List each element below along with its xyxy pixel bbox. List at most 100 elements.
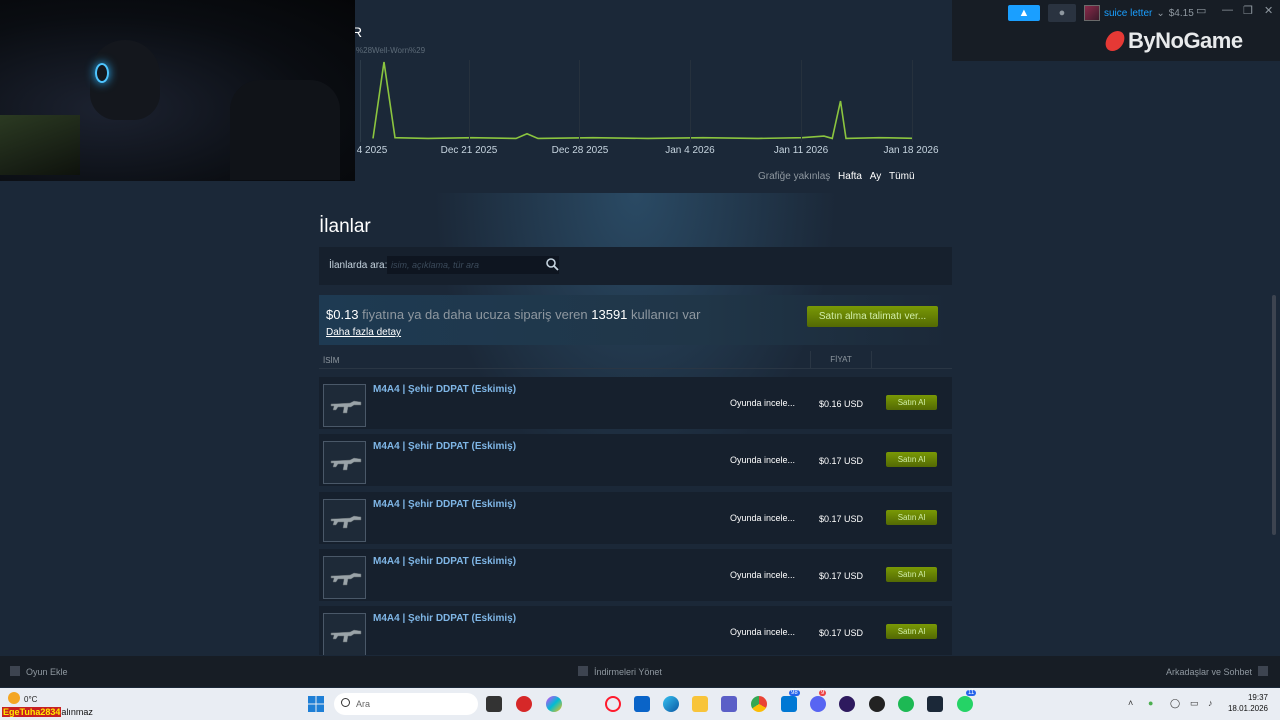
search-icon[interactable] [545, 257, 559, 271]
clock-date: 18.01.2026 [1227, 704, 1268, 713]
inspect-in-game-link[interactable]: Oyunda incele... [730, 455, 795, 465]
inspect-in-game-link[interactable]: Oyunda incele... [730, 398, 795, 408]
manage-downloads-button[interactable]: İndirmeleri Yönet [578, 666, 662, 677]
keyboard-glow [0, 115, 80, 175]
table-row[interactable]: M4A4 | Şehir DDPAT (Eskimiş) Oyunda incel… [319, 548, 952, 601]
chart-gridline [469, 60, 470, 142]
file-explorer-icon[interactable] [692, 696, 708, 712]
table-row[interactable]: M4A4 | Şehir DDPAT (Eskimiş) Oyunda incel… [319, 434, 952, 487]
mail-icon[interactable]: 98 [781, 690, 800, 712]
price-history-chart[interactable] [360, 60, 913, 142]
temperature: 0°C [24, 695, 38, 704]
item-thumbnail[interactable] [323, 613, 366, 655]
search-input[interactable] [387, 256, 559, 274]
listing-price: $0.17 USD [818, 456, 864, 467]
friends-chat-button[interactable]: Arkadaşlar ve Sohbet [1166, 666, 1268, 677]
buy-now-button[interactable]: Satın Al [886, 624, 937, 640]
inspect-in-game-link[interactable]: Oyunda incele... [730, 570, 795, 580]
zoom-all-link[interactable]: Tümü [889, 171, 915, 182]
tray-chevron-icon[interactable]: ˄ [1128, 698, 1133, 708]
table-row[interactable]: M4A4 | Şehir DDPAT (Eskimiş) Oyunda incel… [319, 377, 952, 429]
add-game-button[interactable]: Oyun Ekle [10, 666, 68, 677]
downloads-label: İndirmeleri Yönet [594, 667, 662, 677]
big-picture-icon[interactable]: ▭ [1196, 4, 1206, 17]
clock-time: 19:37 [1247, 693, 1268, 702]
zoom-week-link[interactable]: Hafta [838, 171, 862, 182]
mail-badge: 98 [789, 690, 800, 696]
listings-search-bar: İlanlarda ara: [319, 247, 952, 285]
edge-icon[interactable] [663, 696, 679, 712]
buy-now-button[interactable]: Satın Al [886, 395, 937, 410]
tray-app-icon[interactable]: ● [1148, 698, 1153, 708]
bynogame-watermark: ByNoGame [1103, 28, 1243, 54]
place-buy-order-button[interactable]: Satın alma talimatı ver... [807, 306, 938, 327]
windows-start-icon[interactable] [308, 696, 324, 712]
item-name-link[interactable]: M4A4 | Şehir DDPAT (Eskimiş) [373, 613, 516, 624]
task-view-icon[interactable] [486, 696, 502, 712]
more-details-link[interactable]: Daha fazla detay [326, 327, 401, 338]
maximize-icon[interactable]: ❐ [1243, 4, 1253, 17]
opera-icon[interactable] [605, 696, 621, 712]
chart-gridline [912, 60, 913, 142]
webcam-overlay [0, 0, 355, 181]
item-thumbnail[interactable] [323, 384, 366, 427]
discord-badge: 9 [819, 690, 827, 696]
table-row[interactable]: M4A4 | Şehir DDPAT (Eskimiş) Oyunda incel… [319, 491, 952, 544]
page-scrollbar[interactable] [1272, 295, 1276, 535]
listings-title: İlanlar [319, 216, 371, 237]
x-tick-label: Dec 28 2025 [551, 145, 609, 156]
listing-price: $0.16 USD [818, 399, 864, 409]
item-name-link[interactable]: M4A4 | Şehir DDPAT (Eskimiş) [373, 441, 516, 452]
sun-icon [8, 692, 20, 704]
item-name-link[interactable]: M4A4 | Şehir DDPAT (Eskimiş) [373, 556, 516, 567]
inspect-in-game-link[interactable]: Oyunda incele... [730, 627, 795, 637]
whatsapp-icon[interactable]: 11 [957, 690, 977, 712]
app-dark-icon[interactable] [869, 696, 885, 712]
minimize-icon[interactable]: — [1222, 4, 1233, 16]
item-thumbnail[interactable] [323, 498, 366, 542]
friends-label: Arkadaşlar ve Sohbet [1165, 667, 1252, 677]
buy-order-price: $0.13 [326, 307, 359, 322]
notification-bell-icon[interactable]: ● [1048, 4, 1076, 22]
x-tick-label: Dec 21 2025 [440, 145, 498, 156]
taskbar-search-label: Ara [356, 699, 371, 709]
chart-gridline [801, 60, 802, 142]
teams-icon[interactable] [721, 696, 737, 712]
taskbar-search[interactable]: Ara [334, 693, 478, 715]
copilot-icon[interactable] [546, 696, 562, 712]
item-thumbnail[interactable] [323, 555, 366, 599]
item-name-link[interactable]: M4A4 | Şehir DDPAT (Eskimiş) [373, 384, 516, 395]
microphone-icon[interactable]: ◯ [1170, 698, 1180, 709]
announcement-megaphone-icon[interactable]: ▲ [1008, 5, 1040, 21]
close-icon[interactable]: ✕ [1264, 4, 1273, 17]
app-red-icon[interactable] [516, 696, 532, 712]
zoom-month-link[interactable]: Ay [870, 171, 882, 182]
spotify-icon[interactable] [898, 696, 914, 712]
price-series-line [372, 61, 913, 140]
item-thumbnail[interactable] [323, 441, 366, 485]
chrome-icon[interactable] [751, 696, 767, 712]
system-clock[interactable]: 19:37 18.01.2026 [1228, 692, 1268, 714]
buy-now-button[interactable]: Satın Al [886, 452, 937, 468]
listing-price: $0.17 USD [818, 570, 864, 581]
buy-order-panel: $0.13 fiyatına ya da daha ucuza sipariş … [319, 295, 952, 345]
app-purple-icon[interactable] [839, 696, 855, 712]
volume-icon[interactable]: ♪ [1208, 698, 1213, 708]
buy-order-summary: $0.13 fiyatına ya da daha ucuza sipariş … [326, 307, 700, 322]
buy-now-button[interactable]: Satın Al [886, 566, 937, 582]
item-subtitle-fragment: %28Well-Worn%29 [356, 46, 426, 55]
discord-icon[interactable]: 9 [810, 690, 827, 712]
x-tick-label: Jan 4 2026 [665, 145, 715, 156]
buy-now-button[interactable]: Satın Al [886, 509, 937, 525]
steam-icon[interactable] [927, 696, 943, 712]
weather-widget[interactable]: 0°C [8, 692, 37, 704]
outlook-icon[interactable] [634, 696, 650, 712]
user-account-menu[interactable]: suice letter ⌄ $4.15 [1084, 4, 1194, 22]
network-icon[interactable]: ▭ [1190, 698, 1199, 709]
listing-price: $0.17 USD [818, 628, 864, 639]
item-name-link[interactable]: M4A4 | Şehir DDPAT (Eskimiş) [373, 499, 516, 510]
buy-order-text: fiyatına ya da daha ucuza sipariş veren [362, 307, 588, 322]
table-row[interactable]: M4A4 | Şehir DDPAT (Eskimiş) Oyunda incel… [319, 606, 952, 655]
inspect-in-game-link[interactable]: Oyunda incele... [730, 513, 795, 523]
gaming-chair [230, 80, 340, 180]
